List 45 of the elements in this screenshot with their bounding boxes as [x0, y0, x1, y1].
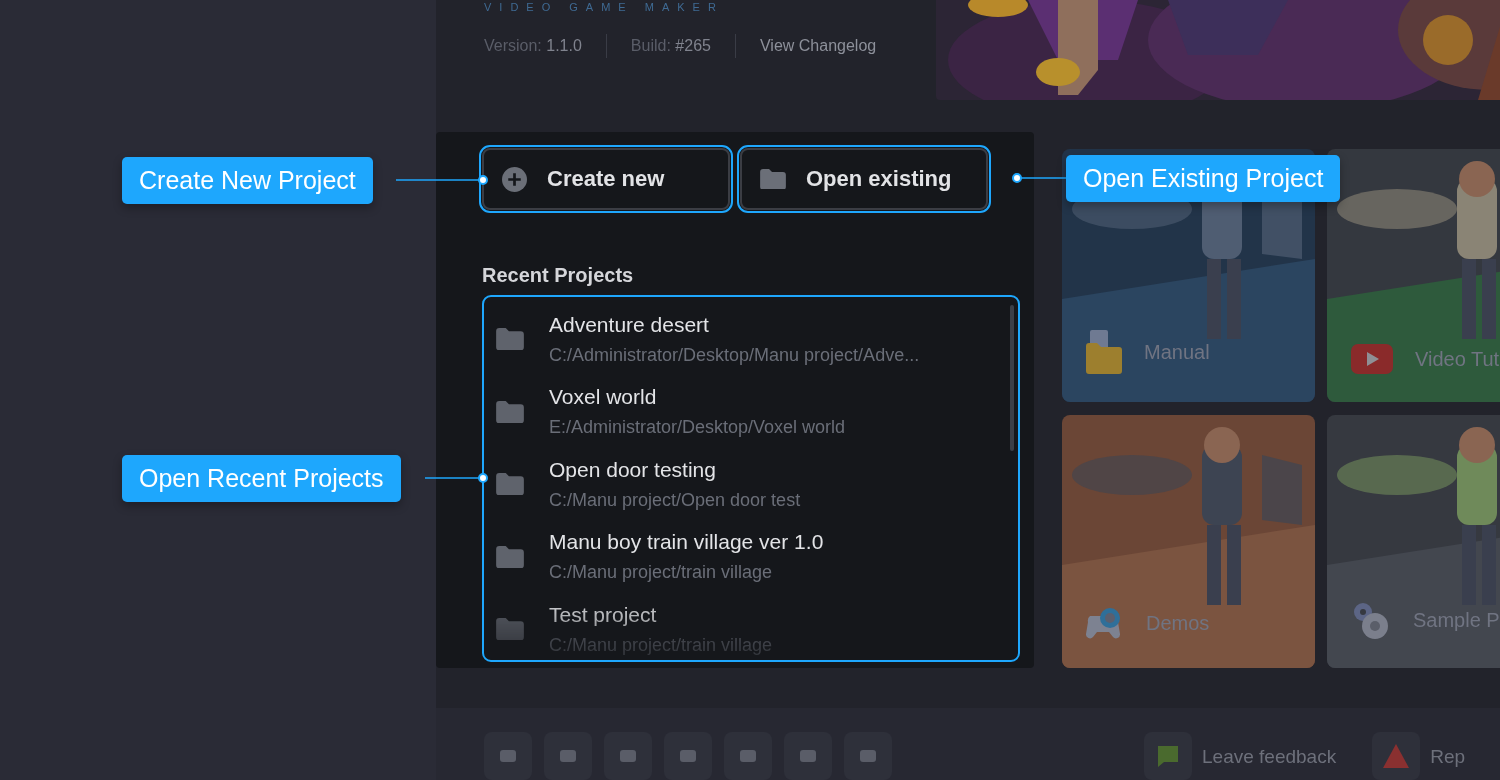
gears-icon [1351, 600, 1391, 640]
folder-icon [496, 328, 524, 351]
folder-document-icon [1086, 330, 1122, 374]
card-label: Video Tut [1415, 347, 1500, 371]
folder-icon [496, 618, 524, 641]
project-name[interactable]: Test project [549, 602, 773, 627]
create-new-button[interactable]: Create new [482, 148, 730, 210]
folder-icon [760, 168, 786, 190]
project-path: C:/Administrator/Desktop/Manu project/Adve... [549, 344, 920, 366]
callout-tooltip: Open Recent Projects [122, 455, 401, 502]
open-existing-button[interactable]: Open existing [740, 148, 988, 210]
folder-icon [496, 473, 524, 496]
folder-icon [496, 400, 524, 423]
build-text: Build: #265 [629, 37, 712, 55]
section-title: Recent Projects [482, 264, 635, 287]
callout-tooltip: Open Existing Project [1066, 155, 1341, 202]
folder-icon [496, 545, 524, 568]
card-label: Manual [1144, 340, 1210, 364]
warning-icon [1383, 744, 1410, 768]
changelog-link[interactable]: View Changelog [735, 37, 877, 55]
project-path: C:/Manu project/train village [549, 562, 774, 584]
project-path: E:/Administrator/Desktop/Voxel world [549, 417, 846, 439]
play-icon [1351, 344, 1393, 374]
project-path: C:/Manu project/Open door test [549, 489, 801, 511]
version-text: Version: 1.1.0 [484, 37, 583, 55]
social-button[interactable] [484, 732, 532, 780]
project-name[interactable]: Manu boy train village ver 1.0 [549, 530, 824, 555]
leader-line [1012, 173, 1066, 183]
social-button[interactable] [724, 732, 772, 780]
plus-circle-icon [502, 166, 527, 192]
project-name[interactable]: Adventure desert [549, 312, 920, 337]
social-button[interactable] [604, 732, 652, 780]
brand-tagline: VIDEO GAME MAKER [484, 1, 725, 13]
social-button[interactable] [844, 732, 892, 780]
footer-icon-button[interactable] [1144, 732, 1192, 780]
project-name[interactable]: Open door testing [549, 457, 801, 482]
social-button[interactable] [784, 732, 832, 780]
social-button[interactable] [544, 732, 592, 780]
chat-icon [1156, 744, 1180, 768]
project-name[interactable]: Voxel world [549, 385, 846, 410]
social-button[interactable] [664, 732, 712, 780]
card-label: Demos [1146, 611, 1210, 635]
callout-tooltip: Create New Project [122, 157, 373, 204]
scrollbar[interactable] [1010, 305, 1014, 451]
footer-icon-button[interactable] [1372, 732, 1421, 780]
